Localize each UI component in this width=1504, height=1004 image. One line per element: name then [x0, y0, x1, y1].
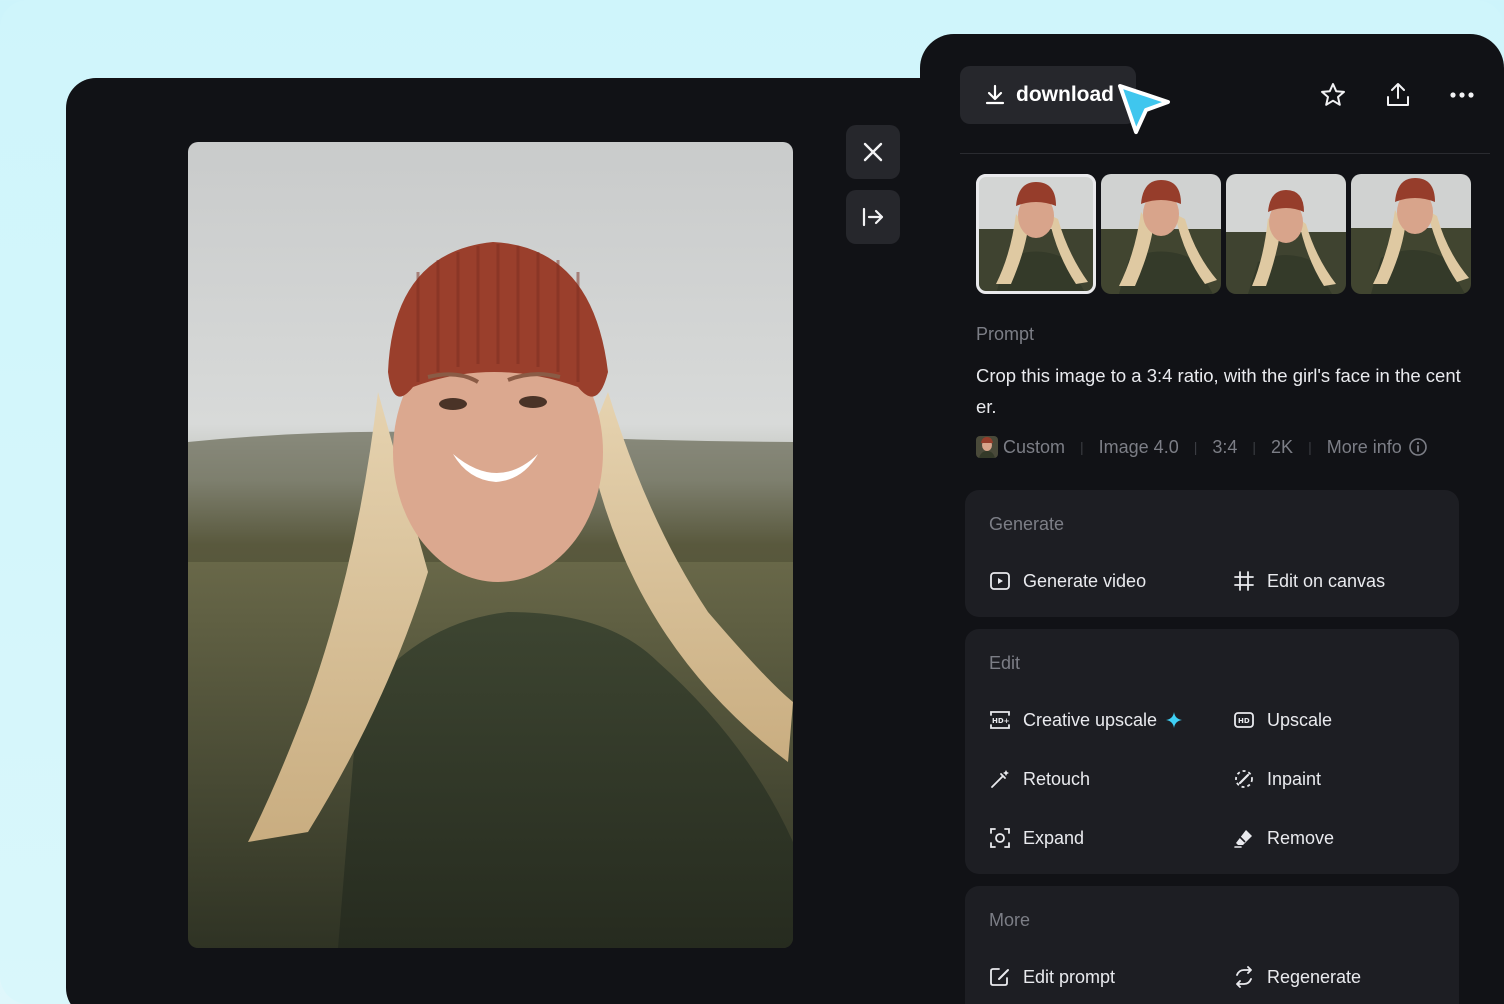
retouch-button[interactable]: Retouch — [989, 768, 1090, 790]
header-divider — [960, 153, 1490, 154]
generate-section: Generate Generate video Edit on canvas — [965, 490, 1459, 617]
eraser-icon — [1234, 830, 1252, 848]
upscale-button[interactable]: HD Upscale — [1233, 709, 1332, 731]
meta-separator: | — [1080, 439, 1084, 455]
section-title: Edit — [989, 653, 1021, 673]
edit-prompt-button[interactable]: Edit prompt — [989, 966, 1115, 988]
action-label: Edit on canvas — [1267, 570, 1386, 591]
generation-meta: Custom | Image 4.0 | 3:4 | 2K | More inf… — [976, 436, 1428, 458]
expand-icon — [990, 828, 1010, 848]
action-label: Remove — [1267, 827, 1335, 848]
info-icon — [1408, 438, 1427, 456]
share-button[interactable] — [1383, 80, 1413, 110]
action-label: Expand — [1023, 827, 1085, 848]
meta-style: Custom — [1003, 436, 1066, 457]
hd-icon: HD — [1234, 712, 1254, 728]
star-icon — [1321, 83, 1345, 106]
prompt-text: Crop this image to a 3:4 ratio, with the… — [976, 365, 1461, 417]
inpaint-button[interactable]: Inpaint — [1233, 768, 1321, 790]
action-label: Generate video — [1023, 570, 1147, 591]
thumbnail-2[interactable] — [1101, 174, 1221, 294]
play-video-icon — [990, 572, 1010, 590]
action-label: Retouch — [1023, 768, 1091, 789]
collapse-panel-button[interactable] — [846, 190, 900, 244]
sparkle-icon — [1166, 712, 1183, 728]
regenerate-icon — [1236, 966, 1252, 988]
crop-canvas-icon — [1234, 571, 1254, 591]
thumbnail-1[interactable] — [976, 174, 1096, 294]
meta-ratio: 3:4 — [1212, 436, 1238, 457]
style-thumbnail — [976, 436, 998, 458]
download-label: download — [1016, 83, 1114, 106]
svg-text:HD: HD — [1238, 717, 1250, 725]
more-info-label: More info — [1326, 436, 1402, 457]
meta-separator: | — [1308, 439, 1312, 455]
main-image — [188, 142, 793, 948]
pointer-cursor-icon — [1118, 84, 1170, 134]
collapse-right-icon — [862, 207, 884, 227]
more-section: More Edit prompt Regenerate — [965, 886, 1459, 1004]
action-label: Edit prompt — [1023, 966, 1116, 987]
remove-button[interactable]: Remove — [1233, 827, 1334, 849]
action-label: Regenerate — [1267, 966, 1362, 987]
svg-text:HD+: HD+ — [992, 717, 1010, 725]
action-label: Inpaint — [1267, 768, 1322, 789]
meta-separator: | — [1252, 439, 1257, 455]
more-options-button[interactable] — [1447, 80, 1477, 110]
edit-section: Edit HD+ Creative upscale HD Upscale Ret… — [965, 629, 1459, 874]
download-button[interactable]: download — [960, 66, 1136, 124]
more-info-link[interactable]: More info — [1327, 437, 1428, 458]
thumbnail-3[interactable] — [1226, 174, 1346, 294]
more-icon — [1450, 92, 1474, 98]
section-title: Generate — [989, 514, 1065, 534]
edit-on-canvas-button[interactable]: Edit on canvas — [1233, 570, 1385, 592]
regenerate-button[interactable]: Regenerate — [1233, 966, 1361, 988]
meta-separator: | — [1193, 439, 1198, 455]
action-label: Upscale — [1267, 709, 1333, 730]
inpaint-icon — [1235, 770, 1253, 788]
edit-prompt-icon — [990, 968, 1009, 986]
meta-resolution: 2K — [1271, 436, 1294, 457]
hd-plus-icon: HD+ — [990, 711, 1010, 729]
close-button[interactable] — [846, 125, 900, 179]
thumbnail-4[interactable] — [1351, 174, 1471, 294]
magic-wand-icon — [991, 770, 1009, 788]
details-panel: download Prompt Crop this image to a 3:4… — [920, 34, 1504, 1004]
favorite-button[interactable] — [1318, 80, 1348, 110]
meta-model: Image 4.0 — [1098, 436, 1179, 457]
close-icon — [863, 142, 883, 162]
expand-button[interactable]: Expand — [989, 827, 1084, 849]
section-title: More — [989, 910, 1031, 930]
thumbnail-strip — [976, 174, 1471, 294]
share-icon — [1387, 83, 1409, 106]
action-label: Creative upscale — [1023, 709, 1158, 730]
creative-upscale-button[interactable]: HD+ Creative upscale — [989, 709, 1183, 731]
generate-video-button[interactable]: Generate video — [989, 570, 1146, 592]
prompt-label: Prompt — [976, 324, 1035, 344]
download-icon — [985, 84, 1005, 105]
